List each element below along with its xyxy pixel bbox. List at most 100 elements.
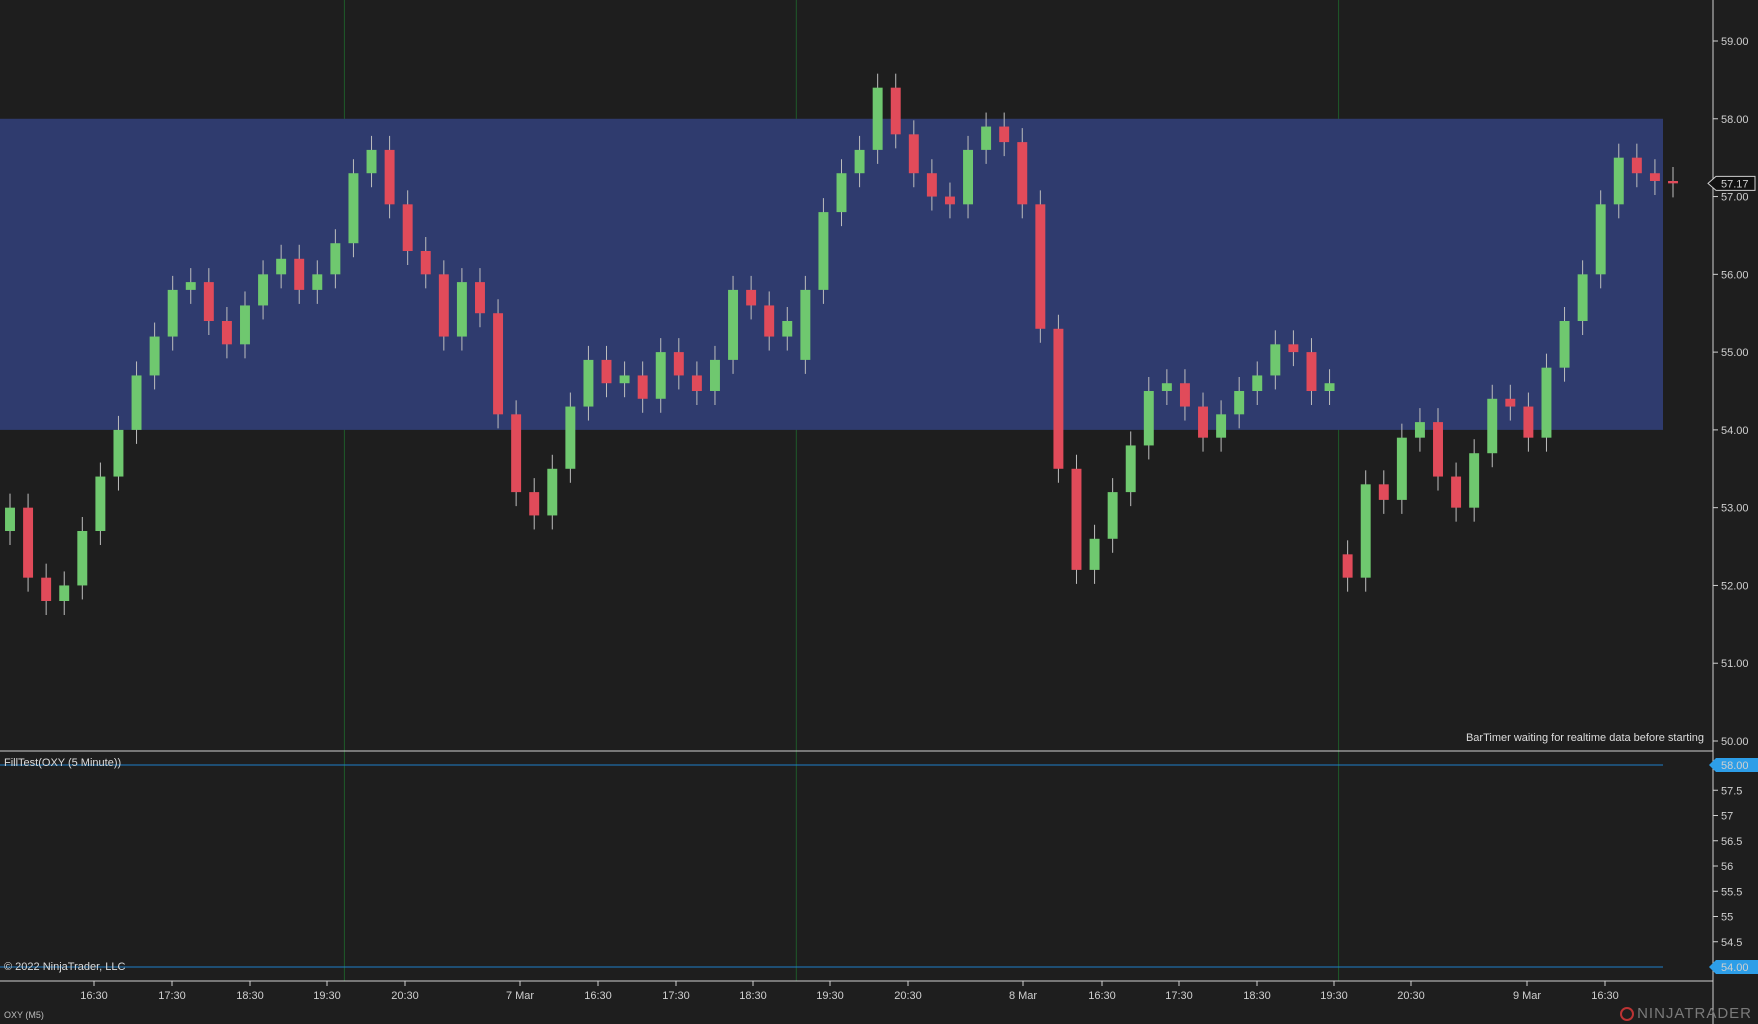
- candle-body: [221, 321, 232, 345]
- candle-body: [1035, 204, 1046, 329]
- candle-body: [1378, 484, 1389, 500]
- candle-body: [764, 305, 775, 337]
- current-price-label: 57.17: [1721, 178, 1749, 190]
- indicator-tick-label: 54.5: [1721, 937, 1742, 949]
- candle-body: [981, 126, 992, 150]
- candle-body: [23, 507, 34, 578]
- candle-body: [1198, 406, 1208, 438]
- candle-body: [999, 126, 1010, 143]
- candle-body: [258, 274, 269, 306]
- instrument-label: OXY (M5): [4, 1010, 44, 1020]
- candle-body: [1324, 383, 1335, 391]
- candle-body: [1125, 445, 1136, 493]
- candle-body: [1595, 204, 1606, 275]
- candle-body: [800, 289, 811, 360]
- candle-body: [276, 258, 287, 275]
- time-tick-label: 18:30: [739, 990, 767, 1002]
- price-axis[interactable]: 59.00 58.00 57.00 56.00 55.00 54.00 53.00 52.00…: [1713, 36, 1749, 748]
- candle-body: [1089, 538, 1100, 570]
- candle-body: [1342, 554, 1353, 578]
- candle-body: [475, 282, 485, 314]
- chart-canvas[interactable]: 59.00 58.00 57.00 56.00 55.00 54.00 53.00 52.00…: [0, 0, 1758, 1024]
- indicator-axis[interactable]: 58.00 54.00 57.5 57 56.5 56 55.5 55 54.5: [1709, 758, 1758, 974]
- candle-body: [59, 585, 70, 601]
- candle-body: [836, 173, 847, 213]
- bartimer-annotation: BarTimer waiting for realtime data befor…: [1465, 732, 1704, 744]
- candle-body: [908, 134, 919, 174]
- time-axis[interactable]: 16:30 17:30 18:30 19:30 20:30 7 Mar 16:30 17:30…: [80, 981, 1619, 1002]
- price-tick-label: 56.00: [1721, 269, 1749, 281]
- price-tick-label: 50.00: [1721, 736, 1749, 748]
- time-tick-label: 8 Mar: [1009, 990, 1037, 1002]
- lower-level-label: 54.00: [1721, 962, 1749, 974]
- candle-body: [312, 274, 323, 290]
- candle-body: [529, 492, 540, 516]
- candle-body: [1071, 468, 1082, 570]
- candle-body: [167, 289, 178, 337]
- time-tick-label: 18:30: [236, 990, 264, 1002]
- candle-body: [131, 375, 142, 430]
- candle-body: [113, 429, 124, 477]
- candle-body: [1487, 398, 1498, 454]
- ninjatrader-logo: NINJATRADER: [1620, 1005, 1752, 1022]
- candle-body: [818, 212, 829, 290]
- candle-body: [1179, 383, 1190, 407]
- candle-body: [511, 414, 522, 493]
- candle-body: [583, 359, 594, 407]
- candle-body: [240, 305, 250, 345]
- candle-body: [1414, 422, 1425, 438]
- price-tick-label: 59.00: [1721, 36, 1749, 48]
- current-price-marker: 57.17: [1707, 175, 1756, 191]
- copyright-text: © 2022 NinjaTrader, LLC: [4, 961, 126, 973]
- candle-body: [438, 274, 449, 337]
- candle-body: [1017, 142, 1028, 205]
- candle-body: [1396, 437, 1407, 500]
- time-tick-label: 20:30: [391, 990, 419, 1002]
- time-tick-label: 19:30: [313, 990, 341, 1002]
- time-tick-label: 20:30: [894, 990, 922, 1002]
- candle-body: [348, 173, 359, 244]
- candle-body: [547, 468, 558, 516]
- candle-body: [95, 476, 106, 531]
- candle-body: [1433, 422, 1443, 477]
- candle-body: [1505, 398, 1516, 407]
- indicator-tick-label: 57.5: [1721, 785, 1742, 797]
- time-tick-label: 7 Mar: [506, 990, 534, 1002]
- candle-body: [149, 336, 160, 376]
- candle-body: [1306, 352, 1317, 391]
- candle-body: [1161, 383, 1172, 391]
- time-tick-label: 18:30: [1243, 990, 1271, 1002]
- candle-body: [366, 149, 377, 174]
- time-tick-label: 19:30: [816, 990, 844, 1002]
- fill-zone: [0, 118, 1663, 430]
- candle-body: [1541, 367, 1552, 438]
- price-tick-label: 55.00: [1721, 347, 1749, 359]
- time-tick-label: 20:30: [1397, 990, 1425, 1002]
- candle-body: [691, 375, 702, 391]
- logo-text: NINJATRADER: [1637, 1005, 1752, 1022]
- candle-body: [637, 375, 648, 399]
- time-tick-label: 17:30: [1165, 990, 1193, 1002]
- time-tick-label: 16:30: [584, 990, 612, 1002]
- candle-body: [1252, 375, 1263, 391]
- candle-body: [872, 87, 883, 150]
- candle-body: [1234, 391, 1245, 415]
- candle-body: [1143, 391, 1154, 446]
- candle-body: [565, 406, 576, 469]
- candle-body: [963, 149, 974, 205]
- candle-body: [619, 375, 630, 384]
- candle-body: [77, 531, 88, 586]
- candle-body: [944, 196, 955, 205]
- candle-body: [1270, 344, 1281, 376]
- candle-body: [1523, 406, 1534, 438]
- candle-body: [1451, 476, 1462, 508]
- candle-body: [384, 149, 395, 205]
- indicator-tick-label: 56: [1721, 861, 1733, 873]
- price-tick-label: 57.00: [1721, 192, 1749, 204]
- indicator-tick-label: 56.5: [1721, 836, 1742, 848]
- candle-body: [402, 204, 413, 251]
- candle-body: [601, 359, 612, 384]
- candle-body: [709, 359, 720, 391]
- time-tick-label: 16:30: [1591, 990, 1619, 1002]
- price-tick-label: 54.00: [1721, 425, 1749, 437]
